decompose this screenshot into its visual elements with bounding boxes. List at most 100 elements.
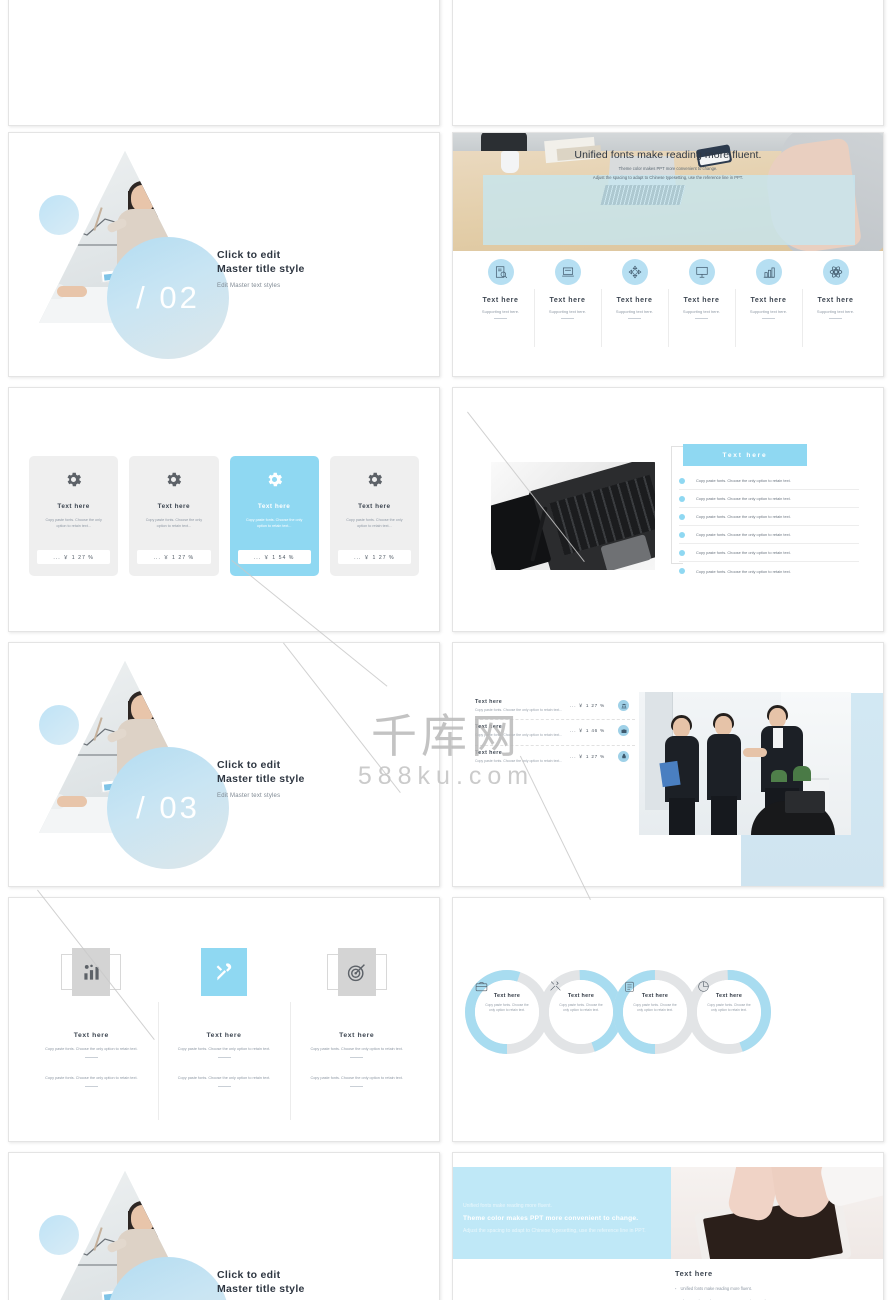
list-item-text: Copy paste fonts. Choose the only option… bbox=[696, 496, 791, 501]
card-desc: Copy paste fonts. Choose the only option… bbox=[245, 518, 303, 528]
slide-section-divider-02[interactable]: / 02 Click to edit Master title style Ed… bbox=[8, 132, 440, 377]
ring-desc: Copy paste fonts. Choose the only option… bbox=[707, 1003, 751, 1012]
slide-pricing-cards[interactable]: Text here Copy paste fonts. Choose the o… bbox=[8, 387, 440, 632]
feature-column[interactable]: Text here Supporting text here. bbox=[668, 259, 735, 347]
pricing-card[interactable]: Text here Copy paste fonts. Choose the o… bbox=[329, 456, 419, 576]
pricing-card[interactable]: Text here Copy paste fonts. Choose the o… bbox=[29, 456, 119, 576]
stat-value: ... ￥ 1 27 % bbox=[570, 753, 605, 759]
feature-column[interactable]: Text here Supporting text here. bbox=[534, 259, 601, 347]
pricing-card[interactable]: Text here Copy paste fonts. Choose the o… bbox=[129, 456, 219, 576]
tablet-photo bbox=[671, 1167, 883, 1259]
feature-column[interactable]: Text here Supporting text here. bbox=[802, 259, 869, 347]
stat-value: ... ￥ 1 46 % bbox=[570, 728, 605, 734]
icon-column-row: Text here Copy paste fonts. Choose the o… bbox=[25, 948, 423, 1120]
atom-icon bbox=[822, 259, 849, 285]
slide-handshake-stats[interactable]: Text here Copy paste fonts. Choose the o… bbox=[452, 642, 884, 887]
stat-rows: Text here Copy paste fonts. Choose the o… bbox=[475, 695, 635, 770]
gear-icon bbox=[164, 472, 183, 493]
ring-item[interactable]: Text here Copy paste fonts. Choose the o… bbox=[613, 970, 697, 1054]
card-price[interactable]: ... ￥ 1 27 % bbox=[337, 550, 411, 564]
bullet-dot-icon bbox=[679, 549, 685, 556]
slide-six-features[interactable]: Unified fonts make reading more fluent. … bbox=[452, 132, 884, 377]
stat-row[interactable]: Text here Copy paste fonts. Choose the o… bbox=[475, 695, 635, 721]
column-desc-1: Copy paste fonts. Choose the only option… bbox=[310, 1047, 403, 1051]
list-item-text: Copy paste fonts. Choose the only option… bbox=[696, 478, 791, 483]
ring-item[interactable]: Text here Copy paste fonts. Choose the o… bbox=[539, 970, 623, 1054]
pricing-card-highlighted[interactable]: Text here Copy paste fonts. Choose the o… bbox=[229, 456, 319, 576]
card-title: Text here bbox=[358, 503, 391, 510]
presentation-icon bbox=[688, 259, 715, 285]
slide-dart-target[interactable]: Text here ▪Supporting text here. ▪When y… bbox=[8, 0, 440, 126]
list-item[interactable]: Copy paste fonts. Choose the only option… bbox=[679, 472, 859, 490]
column-title: Text here bbox=[206, 1032, 242, 1039]
feature-column[interactable]: Text here Supporting text here. bbox=[467, 259, 534, 319]
divider-subtitle: Edit Master text styles bbox=[217, 792, 281, 799]
feature-sub: Supporting text here. bbox=[749, 309, 788, 314]
slide-speech-bubble[interactable]: Text here Copy paste fonts. Choose the o… bbox=[452, 0, 884, 126]
ring-title: Text here bbox=[641, 993, 669, 999]
ring-title: Text here bbox=[567, 993, 595, 999]
divider-text-block: Click to edit Master title style Edit Ma… bbox=[217, 759, 305, 799]
ring-title: Text here bbox=[493, 993, 521, 999]
slide-deck-preview: Text here ▪Supporting text here. ▪When y… bbox=[0, 0, 892, 1300]
feature-title: Text here bbox=[683, 297, 720, 304]
stat-desc: Copy paste fonts. Choose the only option… bbox=[475, 758, 563, 763]
feature-title: Text here bbox=[616, 297, 653, 304]
card-price[interactable]: ... ￥ 1 54 % bbox=[237, 550, 311, 564]
stat-row[interactable]: Text here Copy paste fonts. Choose the o… bbox=[475, 720, 635, 746]
ring-row: Text here Copy paste fonts. Choose the o… bbox=[465, 970, 771, 1054]
column-title: Text here bbox=[339, 1032, 375, 1039]
feature-column[interactable]: Text here Supporting text here. bbox=[601, 259, 668, 347]
stat-title: Text here bbox=[475, 699, 503, 705]
list-item[interactable]: Copy paste fonts. Choose the only option… bbox=[679, 508, 859, 526]
slide4-para1: Theme color makes PPT more convenient to… bbox=[618, 166, 718, 171]
stat-desc: Copy paste fonts. Choose the only option… bbox=[475, 708, 563, 712]
ring-item[interactable]: Text here Copy paste fonts. Choose the o… bbox=[465, 970, 549, 1054]
decor-circle-small bbox=[39, 1215, 79, 1255]
divider-text-block: Click to edit Master title style Edit Ma… bbox=[217, 249, 305, 289]
slide-laptop-list[interactable]: Text here Copy paste fonts. Choose the o… bbox=[452, 387, 884, 632]
bank-icon bbox=[618, 700, 629, 711]
card-desc: Copy paste fonts. Choose the only option… bbox=[145, 518, 203, 528]
list-item[interactable]: Copy paste fonts. Choose the only option… bbox=[679, 562, 859, 580]
list-item[interactable]: Copy paste fonts. Choose the only option… bbox=[679, 544, 859, 562]
gear-icon bbox=[265, 472, 284, 493]
bottom-title: Text here bbox=[675, 1269, 713, 1278]
icon-column-highlighted[interactable]: Text here Copy paste fonts. Choose the o… bbox=[157, 948, 291, 1120]
bullet-dot-icon bbox=[679, 495, 685, 502]
ring-item[interactable]: Text here Copy paste fonts. Choose the o… bbox=[687, 970, 771, 1054]
slide-four-rings[interactable]: Text here Copy paste fonts. Choose the o… bbox=[452, 897, 884, 1142]
divider-title-line2: Master title style bbox=[217, 262, 305, 275]
stat-desc: Copy paste fonts. Choose the only option… bbox=[475, 733, 563, 738]
slide4-para2: Adjust the spacing to adapt to Chinese t… bbox=[592, 175, 744, 180]
ring-desc: Copy paste fonts. Choose the only option… bbox=[633, 1003, 677, 1012]
ring-desc: Copy paste fonts. Choose the only option… bbox=[485, 1003, 529, 1012]
desk-photo: Unified fonts make reading more fluent. … bbox=[453, 133, 883, 251]
section-number: / 03 bbox=[136, 790, 200, 825]
slide-section-divider-03[interactable]: / 03 Click to edit Master title style Ed… bbox=[8, 642, 440, 887]
divider-title-line2: Master title style bbox=[217, 772, 305, 785]
stat-row[interactable]: Text here Copy paste fonts. Choose the o… bbox=[475, 746, 635, 770]
divider-title-line1: Click to edit bbox=[217, 249, 281, 261]
headline-band bbox=[483, 175, 855, 245]
list-item[interactable]: Copy paste fonts. Choose the only option… bbox=[679, 490, 859, 508]
bullet-dot-icon bbox=[679, 513, 685, 520]
slide-section-divider-04[interactable]: / 04 Click to edit Master title style Ed… bbox=[8, 1152, 440, 1300]
slide-tablet-text[interactable]: Unified fonts make reading more fluent. … bbox=[452, 1152, 884, 1300]
icon-column[interactable]: Text here Copy paste fonts. Choose the o… bbox=[290, 948, 423, 1120]
section-number: / 02 bbox=[136, 280, 200, 315]
panel-line-2: Theme color makes PPT more convenient to… bbox=[463, 1215, 639, 1222]
feature-column[interactable]: Text here Supporting text here. bbox=[735, 259, 802, 347]
ring-desc: Copy paste fonts. Choose the only option… bbox=[559, 1003, 603, 1012]
card-price[interactable]: ... ￥ 1 27 % bbox=[37, 550, 111, 564]
card-title: Text here bbox=[157, 503, 191, 510]
divider-subtitle: Edit Master text styles bbox=[217, 282, 281, 289]
accent-panel-notch bbox=[741, 643, 883, 693]
list-item-text: Copy paste fonts. Choose the only option… bbox=[696, 514, 791, 519]
column-title: Text here bbox=[73, 1032, 109, 1039]
feature-title: Text here bbox=[549, 297, 586, 304]
feature-columns: Text here Supporting text here. Text her… bbox=[467, 259, 869, 347]
stat-title: Text here bbox=[475, 724, 503, 731]
list-item[interactable]: Copy paste fonts. Choose the only option… bbox=[679, 526, 859, 544]
card-price[interactable]: ... ￥ 1 27 % bbox=[137, 550, 211, 564]
